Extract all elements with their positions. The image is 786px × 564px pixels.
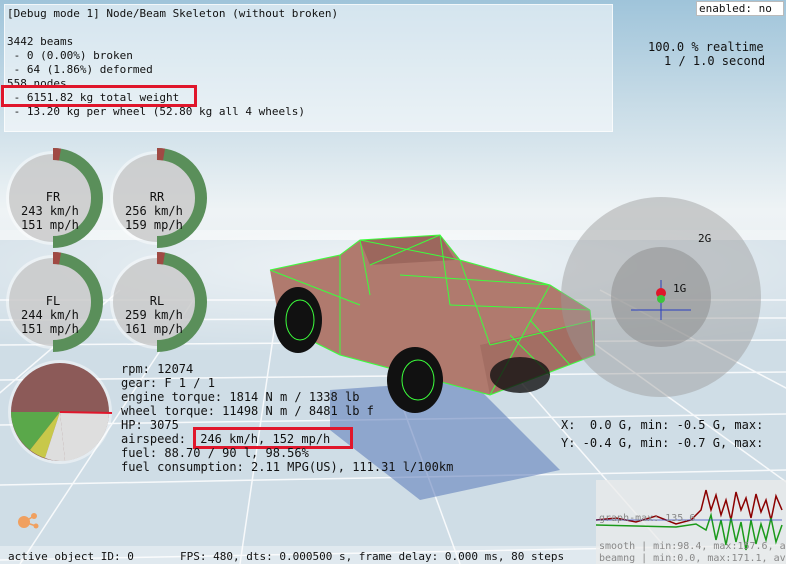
gforce-y-readout: Y: -0.4 G, min: -0.7 G, max: [561,436,764,450]
gforce-2g-label: 2G [698,232,712,245]
fps-readout: FPS: 480, dts: 0.000500 s, frame delay: … [180,550,565,563]
wheel-mph-fl: 151 mp/h [21,322,79,336]
wheel-mph-fr: 151 mp/h [21,218,79,232]
wheel-torque-readout: wheel torque: 11498 N m / 8481 lb f [121,404,374,418]
wheel-name-fr: FR [45,190,61,204]
wheel-name-rl: RL [149,294,165,308]
active-object-id: active object ID: 0 [8,550,134,563]
gforce-x-readout: X: 0.0 G, min: -0.5 G, max: [561,418,764,432]
engine-torque-readout: engine torque: 1814 N m / 1338 lb [121,390,360,404]
wheel-name-rr: RR [149,190,165,204]
wheel-kmh-fr: 243 km/h [21,204,79,218]
gforce-gauge [561,197,761,397]
wheel-mph-rr: 159 mp/h [125,218,183,232]
gear-readout: gear: F 1 / 1 [121,376,215,390]
molecule-icon [18,513,39,529]
wheel-name-fl: FL [45,294,61,308]
hp-readout: HP: 3075 [121,418,179,432]
wheel-kmh-fl: 244 km/h [21,308,79,322]
wheel-mph-rl: 161 mp/h [125,322,183,336]
wheel-kmh-rr: 256 km/h [125,204,183,218]
wheel-kmh-rl: 259 km/h [125,308,183,322]
rpm-readout: rpm: 12074 [121,362,194,376]
graph-beamng-label: beamng | min:0.0, max:171.1, avg:47.0 [599,553,786,564]
fuel-readout: fuel: 88.70 / 90 l, 98.56% [121,446,309,460]
gforce-1g-label: 1G [673,282,687,295]
graph-max-label: graph-max: 135.6 [599,513,696,524]
airspeed-label: airspeed: [121,432,187,446]
fuel-consumption-readout: fuel consumption: 2.11 MPG(US), 111.31 l… [121,460,454,474]
